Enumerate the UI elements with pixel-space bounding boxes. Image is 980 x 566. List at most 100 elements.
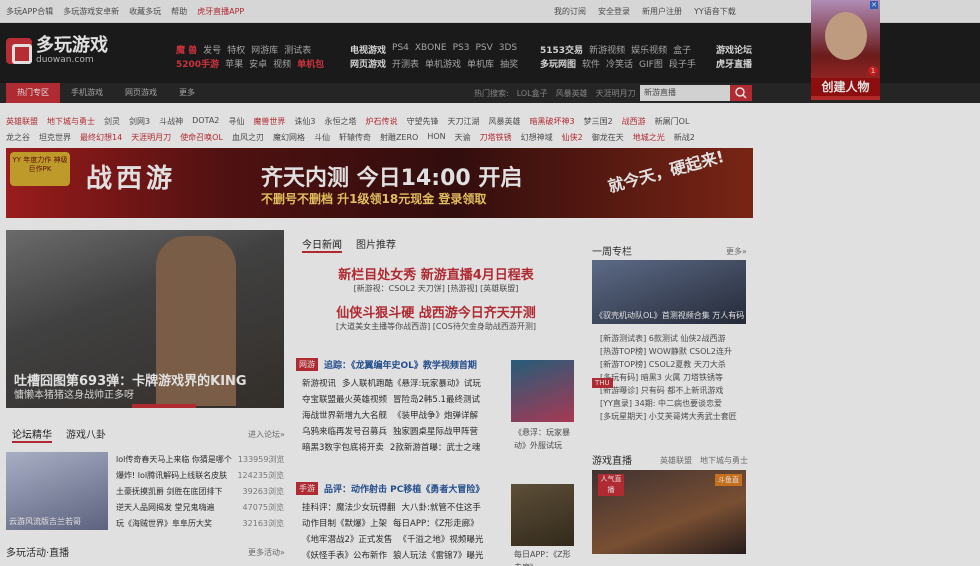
section-thumb-caption[interactable]: 每日APP：《Z形走廊》 bbox=[514, 548, 576, 566]
section-thumb-caption[interactable]: 《悬浮：玩家暴动》外服试玩 bbox=[514, 426, 576, 452]
header-link[interactable]: 多玩网图 bbox=[540, 57, 576, 70]
news-link[interactable]: 《地牢潜战2》正式发售 bbox=[302, 532, 392, 548]
column-image[interactable]: 《驭壳机动队OL》首测视频合集 万人有码 bbox=[592, 260, 746, 324]
activity-more-link[interactable]: 更多活动» bbox=[248, 547, 285, 558]
news-link[interactable]: 暗黑3数字包底将开卖 bbox=[302, 440, 384, 456]
news-link[interactable]: 冒险岛2韩5.1最终测试 bbox=[393, 392, 480, 408]
game-link[interactable]: 血风之刃 bbox=[232, 132, 264, 143]
game-link[interactable]: 斗战神 bbox=[159, 116, 183, 127]
section-title[interactable]: 品评：动作射击 PC移植《勇者大冒险》 bbox=[324, 482, 484, 495]
live-link[interactable]: 地下城与勇士 bbox=[700, 455, 748, 466]
tab-more[interactable]: 更多 bbox=[168, 83, 206, 103]
header-link[interactable]: 网页游戏 bbox=[350, 57, 386, 70]
game-link[interactable]: 魔兽世界 bbox=[253, 116, 285, 127]
tab-today-news[interactable]: 今日新闻 bbox=[302, 236, 342, 253]
live-link[interactable]: 英雄联盟 bbox=[660, 455, 692, 466]
news-link[interactable]: 每日APP：《Z形走廊》 bbox=[393, 516, 479, 532]
tab-web[interactable]: 网页游戏 bbox=[114, 83, 168, 103]
search-button[interactable] bbox=[730, 85, 752, 101]
column-item[interactable]: [热游TOP榜] WOW静默 CSOL2连升 bbox=[600, 345, 737, 358]
game-link[interactable]: 诛仙3 bbox=[294, 116, 315, 127]
column-item[interactable]: [新游曝诊] 只有码 都不上新讯游戏 bbox=[600, 384, 737, 397]
news-link[interactable]: 多人联机跑酷《悬浮:玩家暴动》试玩 bbox=[342, 376, 481, 392]
game-link[interactable]: 炉石传说 bbox=[365, 116, 397, 127]
header-link[interactable]: 特权 bbox=[227, 43, 245, 56]
header-link[interactable]: 视频 bbox=[273, 57, 291, 70]
header-link[interactable]: 段子手 bbox=[669, 57, 696, 70]
news-link[interactable]: 海战世界新增九大名舰 bbox=[302, 408, 387, 424]
header-link[interactable]: 电视游戏 bbox=[350, 43, 386, 56]
hot-item[interactable]: LOL盒子 bbox=[517, 88, 548, 99]
header-link[interactable]: PSV bbox=[475, 43, 492, 56]
header-link[interactable]: 开测表 bbox=[392, 57, 419, 70]
header-link[interactable]: 测试表 bbox=[284, 43, 311, 56]
live-image[interactable]: 人气直播 斗鱼直 bbox=[592, 470, 746, 554]
header-link[interactable]: 苹果 bbox=[225, 57, 243, 70]
game-link[interactable]: 英雄联盟 bbox=[6, 116, 38, 127]
game-link[interactable]: HON bbox=[427, 132, 445, 143]
list-item-title[interactable]: 玩《海贼世界》阜阜历大奖 bbox=[116, 516, 212, 532]
tab-gossip[interactable]: 游戏八卦 bbox=[66, 426, 106, 443]
headline-sub[interactable]: [新游视：CSOL2 天刀饼] [热游视] [英雄联盟] bbox=[296, 283, 576, 294]
game-link[interactable]: 天刀江湖 bbox=[447, 116, 479, 127]
header-link[interactable]: 单机游戏 bbox=[425, 57, 461, 70]
list-item[interactable]: 土豪抚摸凯爵 剑胜在底团排下 39263浏览 bbox=[116, 484, 284, 500]
header-link[interactable]: 5200手游 bbox=[176, 57, 219, 70]
header-link[interactable]: PS4 bbox=[392, 43, 409, 56]
header-link[interactable]: 发号 bbox=[203, 43, 221, 56]
logo[interactable]: 多玩游戏 duowan.com bbox=[6, 37, 108, 65]
column-item[interactable]: [YY直录] 34期: 中二病也要谈恋爱 bbox=[600, 397, 737, 410]
game-link[interactable]: 幻想神域 bbox=[521, 132, 553, 143]
hero-slide[interactable]: 吐槽囧图第693弹：卡牌游戏界的KING 慵懒本猪猪这身战帅正多呀 bbox=[6, 230, 284, 408]
news-link[interactable]: 狼人玩法《雷锦7》曝光 bbox=[393, 548, 483, 564]
subscription-link[interactable]: 我的订阅 bbox=[554, 6, 586, 17]
list-item[interactable]: 逆天人品网揭发 堂兄鬼嗨遍 47075浏览 bbox=[116, 500, 284, 516]
game-link[interactable]: 寻仙 bbox=[228, 116, 244, 127]
game-link[interactable]: 射雕ZERO bbox=[380, 132, 418, 143]
slide-indicator[interactable] bbox=[132, 404, 196, 408]
game-link[interactable]: 守望先锋 bbox=[406, 116, 438, 127]
news-link[interactable]: 《妖怪手表》公布新作 bbox=[302, 548, 387, 564]
tab-forum-best[interactable]: 论坛精华 bbox=[12, 426, 52, 443]
header-link[interactable]: 5153交易 bbox=[540, 43, 583, 56]
top-link[interactable]: 多玩游戏安卓新 bbox=[63, 6, 119, 17]
news-link[interactable]: 《装甲战争》炮弹详解 bbox=[393, 408, 478, 424]
news-link[interactable]: 《千溢之地》视频曝光 bbox=[398, 532, 483, 548]
game-link[interactable]: 暗黑破坏神3 bbox=[529, 116, 574, 127]
list-item-title[interactable]: 爆炸! lol腾讯解码上线联名皮肤 bbox=[116, 468, 227, 484]
search-input[interactable]: 新游直播 bbox=[640, 85, 730, 101]
list-item[interactable]: 玩《海贼世界》阜阜历大奖 32163浏览 bbox=[116, 516, 284, 532]
column-more-link[interactable]: 更多» bbox=[726, 246, 747, 257]
top-link[interactable]: 虎牙直播APP bbox=[197, 6, 244, 17]
ad-widget[interactable]: ✕ 创建人物 1 bbox=[811, 0, 880, 100]
header-link[interactable]: XBONE bbox=[415, 43, 447, 56]
game-link[interactable]: 战西游 bbox=[622, 116, 646, 127]
game-link[interactable]: 御龙在天 bbox=[592, 132, 624, 143]
news-link[interactable]: 2款新游首曝：武士之魂 bbox=[390, 440, 480, 456]
news-link[interactable]: 新游视讯 bbox=[302, 376, 336, 392]
game-link[interactable]: 永恒之塔 bbox=[324, 116, 356, 127]
game-link[interactable]: 地城之光 bbox=[633, 132, 665, 143]
news-link[interactable]: 独家圆桌星际战甲阵营 bbox=[393, 424, 478, 440]
header-link[interactable]: 新游视频 bbox=[589, 43, 625, 56]
header-link[interactable]: 冷笑话 bbox=[606, 57, 633, 70]
game-link[interactable]: 仙侠2 bbox=[562, 132, 583, 143]
game-link[interactable]: 新屠门OL bbox=[655, 116, 690, 127]
game-link[interactable]: 坦克世界 bbox=[39, 132, 71, 143]
tab-mobile[interactable]: 手机游戏 bbox=[60, 83, 114, 103]
game-link[interactable]: 剑灵 bbox=[104, 116, 120, 127]
header-link[interactable]: 盒子 bbox=[673, 43, 691, 56]
column-item[interactable]: [新游TOP榜] CSOL2夏教 天刀大杀 bbox=[600, 358, 737, 371]
top-link[interactable]: 收藏多玩 bbox=[129, 6, 161, 17]
game-link[interactable]: 使命召唤OL bbox=[180, 132, 223, 143]
list-item[interactable]: lol传奇春天马上来临 你猜是哪个 133959浏览 bbox=[116, 452, 284, 468]
forum-more-link[interactable]: 进入论坛» bbox=[248, 429, 285, 440]
forum-link[interactable]: 游戏论坛 bbox=[716, 43, 752, 56]
header-link[interactable]: PS3 bbox=[453, 43, 470, 56]
huya-link[interactable]: 虎牙直播 bbox=[716, 57, 752, 70]
list-item-title[interactable]: 逆天人品网揭发 堂兄鬼嗨遍 bbox=[116, 500, 215, 516]
news-link[interactable]: 乌鸦来临再发号召募兵 bbox=[302, 424, 387, 440]
hot-item[interactable]: 风暴英雄 bbox=[556, 88, 588, 99]
section-title[interactable]: 追踪：《龙翼编年史OL》教学视频首期 bbox=[324, 358, 477, 371]
game-link[interactable]: 剑网3 bbox=[129, 116, 150, 127]
